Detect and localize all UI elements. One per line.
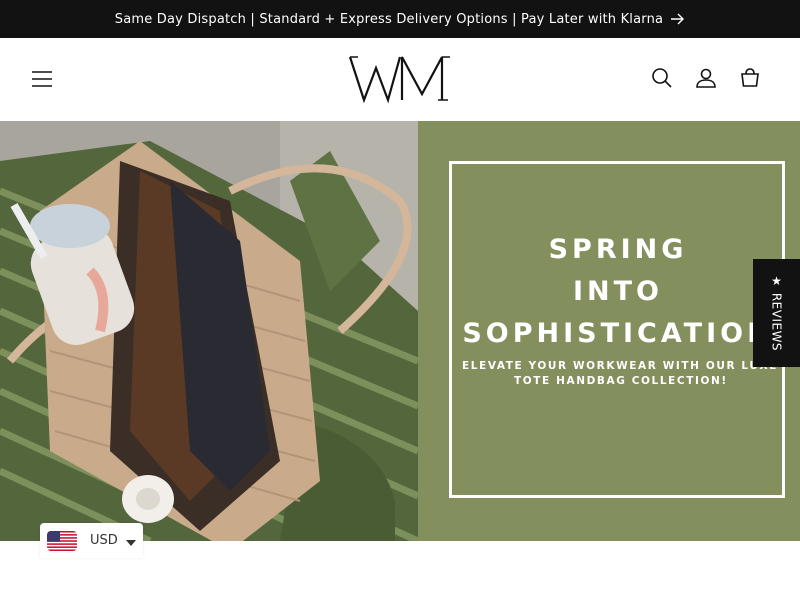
- search-icon[interactable]: [650, 66, 674, 90]
- hero-subheading: ELEVATE YOUR WORKWEAR WITH OUR LUXE TOTE…: [462, 359, 800, 389]
- hero-heading: SPRING INTO SOPHISTICATION: [418, 229, 800, 355]
- arrow-right-icon[interactable]: [671, 13, 685, 25]
- cart-icon[interactable]: [738, 66, 762, 90]
- hero-heading-line: SPRING: [548, 234, 688, 265]
- reviews-tab-label[interactable]: ★ REVIEWS: [770, 274, 784, 351]
- hero-banner[interactable]: SPRING INTO SOPHISTICATION ELEVATE YOUR …: [0, 121, 800, 541]
- hero-heading-line: INTO: [572, 276, 663, 307]
- site-header: [0, 38, 800, 121]
- currency-selector[interactable]: USD: [40, 523, 143, 558]
- tote-bag-photo: [0, 121, 418, 541]
- announcement-text[interactable]: Same Day Dispatch | Standard + Express D…: [115, 12, 663, 27]
- us-flag-icon: [47, 530, 77, 551]
- hero-subheading-line: TOTE HANDBAG COLLECTION!: [514, 375, 728, 387]
- hero-text-panel: SPRING INTO SOPHISTICATION ELEVATE YOUR …: [418, 121, 800, 541]
- currency-code[interactable]: USD: [90, 533, 118, 548]
- caret-down-icon[interactable]: [125, 531, 136, 550]
- hero-heading-line: SOPHISTICATION: [462, 318, 774, 349]
- announcement-bar[interactable]: Same Day Dispatch | Standard + Express D…: [0, 0, 800, 38]
- hero-subheading-line: ELEVATE YOUR WORKWEAR WITH OUR LUXE: [462, 360, 778, 372]
- reviews-tab[interactable]: ★ REVIEWS: [753, 259, 800, 367]
- account-icon[interactable]: [694, 66, 718, 90]
- hamburger-menu-icon[interactable]: [30, 67, 54, 91]
- brand-logo[interactable]: [346, 54, 454, 104]
